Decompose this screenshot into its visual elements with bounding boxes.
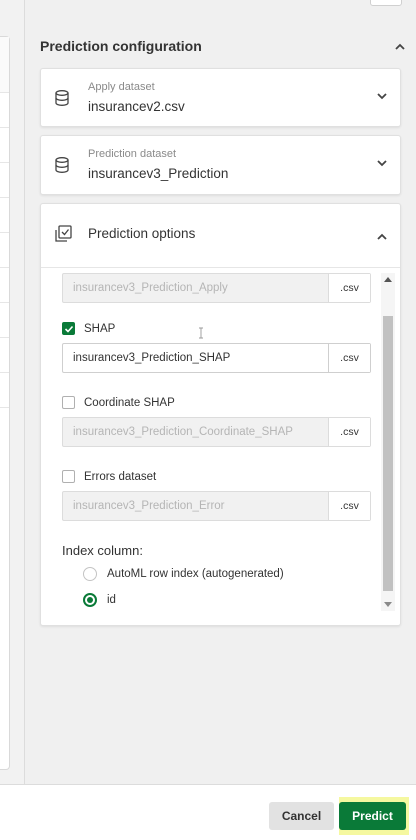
cancel-button[interactable]: Cancel	[269, 802, 334, 830]
errors-dataset-checkbox[interactable]	[62, 470, 75, 483]
prediction-dataset-label: Prediction dataset	[88, 148, 177, 160]
table-row	[0, 268, 9, 303]
background-table	[0, 36, 10, 770]
apply-dataset-card[interactable]: Apply dataset insurancev2.csv	[40, 68, 401, 127]
index-option-label: id	[107, 594, 116, 606]
table-row	[0, 128, 9, 163]
chevron-down-icon[interactable]	[376, 156, 388, 174]
radio-automl-row-index[interactable]	[83, 567, 97, 581]
prediction-options-card: Prediction options insurancev3_Predictio…	[40, 203, 401, 626]
table-row	[0, 93, 9, 128]
scroll-up-arrow-icon[interactable]	[384, 277, 392, 282]
dialog-footer: Cancel Predict	[0, 784, 416, 840]
prediction-dataset-card[interactable]: Prediction dataset insurancev3_Predictio…	[40, 135, 401, 195]
scroll-down-arrow-icon[interactable]	[384, 602, 392, 607]
predict-button[interactable]: Predict	[339, 802, 406, 830]
prediction-configuration-header[interactable]: Prediction configuration	[40, 34, 405, 58]
index-option-label: AutoML row index (autogenerated)	[107, 568, 284, 580]
shap-extension: .csv	[329, 344, 370, 372]
coordinate-shap-filename-field: insurancev3_Prediction_Coordinate_SHAP .…	[62, 417, 371, 447]
table-row	[0, 338, 9, 373]
prediction-dataset-value: insurancev3_Prediction	[88, 166, 229, 181]
text-cursor-icon	[198, 326, 204, 339]
errors-dataset-filename-field: insurancev3_Prediction_Error .csv	[62, 491, 371, 521]
panel-top-button[interactable]	[370, 0, 402, 6]
coordinate-shap-extension: .csv	[329, 418, 370, 446]
index-option-id[interactable]: id	[83, 593, 116, 607]
table-row	[0, 233, 9, 268]
prediction-options-title: Prediction options	[88, 226, 196, 241]
prediction-options-header[interactable]: Prediction options	[41, 204, 400, 268]
table-row	[0, 198, 9, 233]
apply-dataset-value: insurancev2.csv	[88, 99, 185, 114]
coordinate-shap-filename-input: insurancev3_Prediction_Coordinate_SHAP	[63, 418, 329, 446]
shap-filename-input[interactable]: insurancev3_Prediction_SHAP	[63, 344, 329, 372]
table-row	[0, 37, 9, 93]
database-icon	[53, 89, 71, 107]
shap-checkbox-row[interactable]: SHAP	[62, 322, 115, 335]
options-scrollbar[interactable]	[381, 273, 395, 611]
chevron-up-icon[interactable]	[394, 41, 405, 51]
coordinate-shap-label: Coordinate SHAP	[84, 396, 175, 409]
apply-filename-input: insurancev3_Prediction_Apply	[63, 274, 329, 302]
database-icon	[53, 156, 71, 174]
table-row	[0, 303, 9, 338]
shap-checkbox[interactable]	[62, 322, 75, 335]
section-title: Prediction configuration	[40, 38, 202, 54]
copy-check-icon	[53, 224, 73, 244]
apply-dataset-label: Apply dataset	[88, 81, 155, 93]
coordinate-shap-checkbox-row[interactable]: Coordinate SHAP	[62, 396, 175, 409]
prediction-config-panel: Prediction configuration Apply dataset i…	[24, 0, 416, 784]
index-option-automl[interactable]: AutoML row index (autogenerated)	[83, 567, 284, 581]
errors-dataset-filename-input: insurancev3_Prediction_Error	[63, 492, 329, 520]
index-column-label: Index column:	[62, 543, 143, 558]
table-row	[0, 373, 9, 408]
prediction-options-scroll-area[interactable]: insurancev3_Prediction_Apply .csv SHAP i…	[41, 269, 390, 614]
apply-filename-field: insurancev3_Prediction_Apply .csv	[62, 273, 371, 303]
shap-label: SHAP	[84, 322, 116, 335]
chevron-down-icon[interactable]	[376, 89, 388, 107]
errors-dataset-checkbox-row[interactable]: Errors dataset	[62, 470, 156, 483]
apply-extension: .csv	[329, 274, 370, 302]
chevron-up-icon[interactable]	[376, 230, 388, 248]
background-strip	[0, 0, 24, 790]
shap-filename-field[interactable]: insurancev3_Prediction_SHAP .csv	[62, 343, 371, 373]
coordinate-shap-checkbox[interactable]	[62, 396, 75, 409]
scrollbar-thumb[interactable]	[383, 316, 393, 591]
table-row	[0, 163, 9, 198]
radio-id[interactable]	[83, 593, 97, 607]
errors-dataset-label: Errors dataset	[84, 470, 157, 483]
errors-dataset-extension: .csv	[329, 492, 370, 520]
